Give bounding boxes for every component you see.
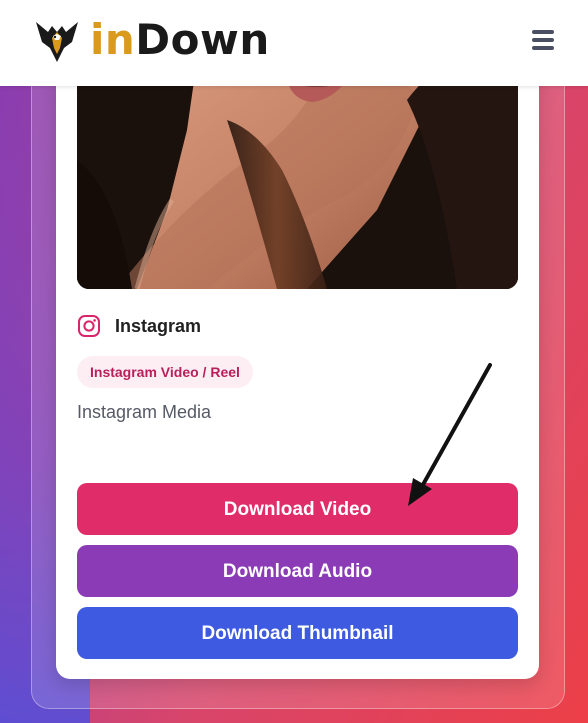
top-header: inDown — [0, 0, 588, 86]
platform-name: Instagram — [115, 315, 202, 336]
logo-text-in: in — [90, 15, 136, 64]
site-logo[interactable]: inDown — [90, 14, 270, 66]
page-background: inDown Instagram Instagram Video / Reel … — [0, 0, 588, 723]
logo-text-down: Down — [135, 15, 270, 64]
download-thumbnail-button[interactable]: Download Thumbnail — [77, 607, 518, 659]
eagle-logo-icon[interactable] — [34, 18, 80, 64]
download-video-button[interactable]: Download Video — [77, 483, 518, 535]
instagram-icon — [78, 315, 100, 337]
platform-row: Instagram — [77, 313, 201, 339]
media-thumbnail-image — [77, 60, 518, 289]
download-audio-button[interactable]: Download Audio — [77, 545, 518, 597]
hamburger-menu-icon[interactable] — [532, 30, 554, 52]
media-type-badge: Instagram Video / Reel — [77, 356, 253, 388]
media-title: Instagram Media — [77, 402, 212, 422]
